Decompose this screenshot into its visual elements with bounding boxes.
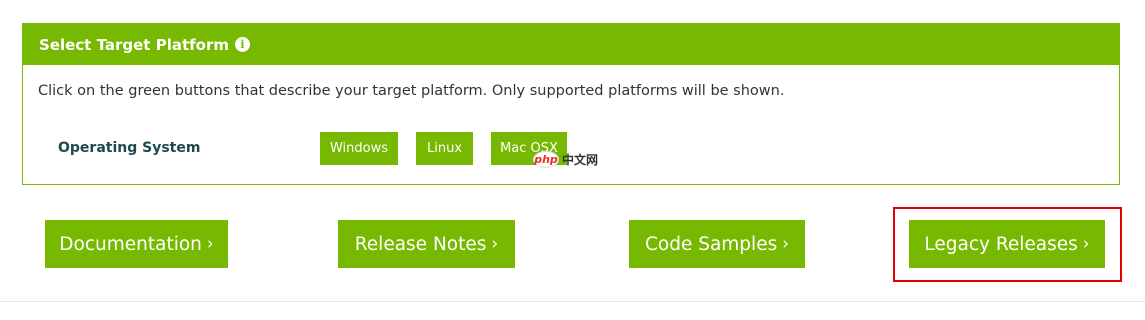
os-linux-button[interactable]: Linux bbox=[416, 132, 473, 165]
release-notes-button[interactable]: Release Notes › bbox=[338, 220, 515, 268]
operating-system-label: Operating System bbox=[58, 140, 201, 156]
panel-title: Select Target Platform bbox=[39, 35, 229, 54]
divider bbox=[0, 301, 1145, 302]
watermark-text: 中文网 bbox=[562, 152, 599, 167]
watermark: php 中文网 bbox=[533, 150, 598, 168]
documentation-button[interactable]: Documentation › bbox=[45, 220, 228, 268]
highlight-annotation-box bbox=[893, 207, 1122, 282]
code-samples-button[interactable]: Code Samples › bbox=[629, 220, 805, 268]
chevron-right-icon: › bbox=[491, 234, 499, 254]
instructions-text: Click on the green buttons that describe… bbox=[38, 83, 785, 99]
documentation-label: Documentation bbox=[59, 233, 202, 255]
chevron-right-icon: › bbox=[782, 234, 790, 254]
code-samples-label: Code Samples bbox=[644, 233, 778, 255]
panel-header: Select Target Platform i bbox=[23, 24, 1119, 65]
os-windows-button[interactable]: Windows bbox=[320, 132, 398, 165]
watermark-logo: php bbox=[533, 150, 559, 168]
chevron-right-icon: › bbox=[206, 234, 214, 254]
release-notes-label: Release Notes bbox=[354, 233, 487, 255]
info-icon[interactable]: i bbox=[234, 37, 250, 52]
